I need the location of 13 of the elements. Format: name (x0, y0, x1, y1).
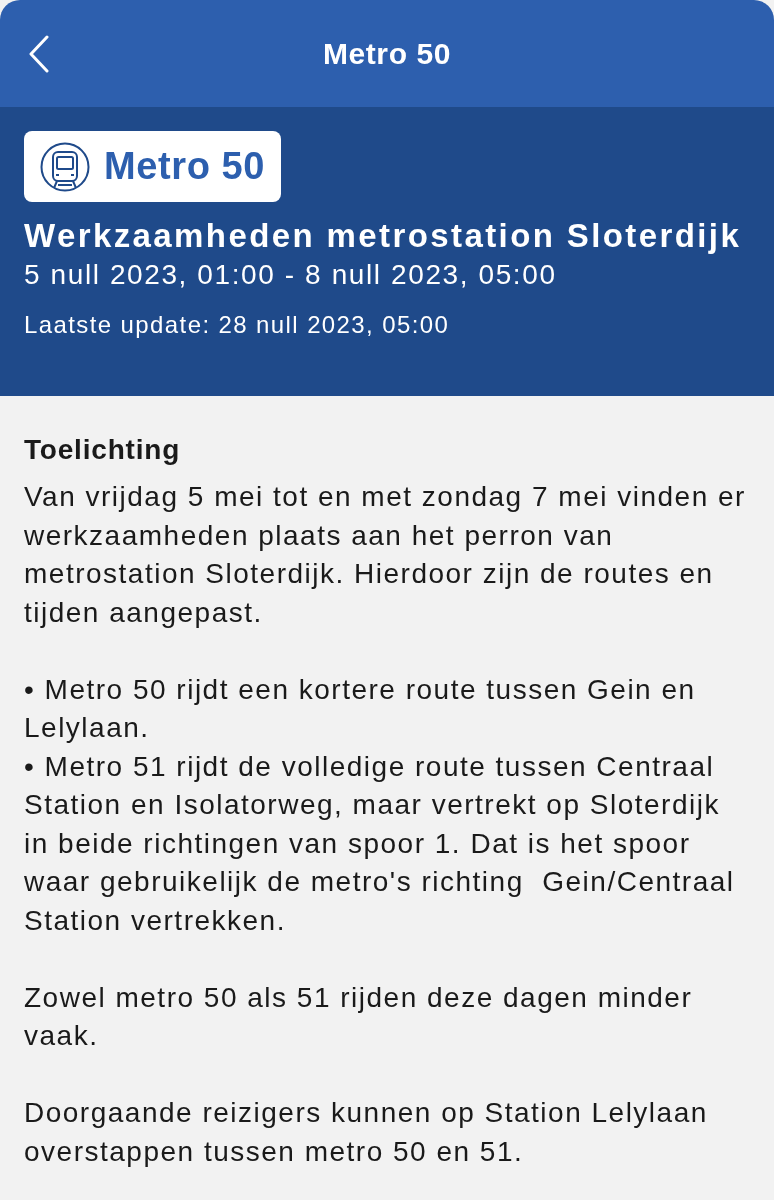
metro-train-icon (40, 141, 90, 192)
paragraph-text: • Metro 51 rijdt de volledige route tussen Centraal Station en Isolatorweg, maar vertrekt op Sloterdijk in beide richtingen van spoor 1. Dat is het spoor waar gebruikelijk de metro's richting Gein/Centraal Station vertrekken. (24, 749, 736, 938)
chevron-left-icon (28, 35, 50, 73)
paragraph-text: Doorgaande reizigers kunnen op Station Lelylaan overstappen tussen metro 50 en 51. (24, 1096, 709, 1169)
navigation-title: Metro 50 (322, 36, 452, 71)
section-heading: Toelichting (24, 433, 182, 467)
alert-period: 5 null 2023, 01:00 - 8 null 2023, 05:00 (24, 258, 558, 292)
paragraph-text: • Metro 50 rijdt een kortere route tussen Gein en Lelylaan. (24, 672, 697, 745)
alert-title: Werkzaamheden metrostation Sloterdijk (24, 216, 743, 256)
paragraph-text: Zowel metro 50 als 51 rijden deze dagen minder vaak. (24, 980, 694, 1053)
line-name: Metro 50 (104, 145, 266, 188)
last-update-text: Laatste update: 28 null 2023, 05:00 (24, 310, 451, 340)
paragraph-text: Van vrijdag 5 mei tot en met zondag 7 mei vinden er werkzaamheden plaats aan het perron van metrostation Sloterdijk. Hierdoor zijn de routes en tijden aangepast. (24, 480, 747, 630)
